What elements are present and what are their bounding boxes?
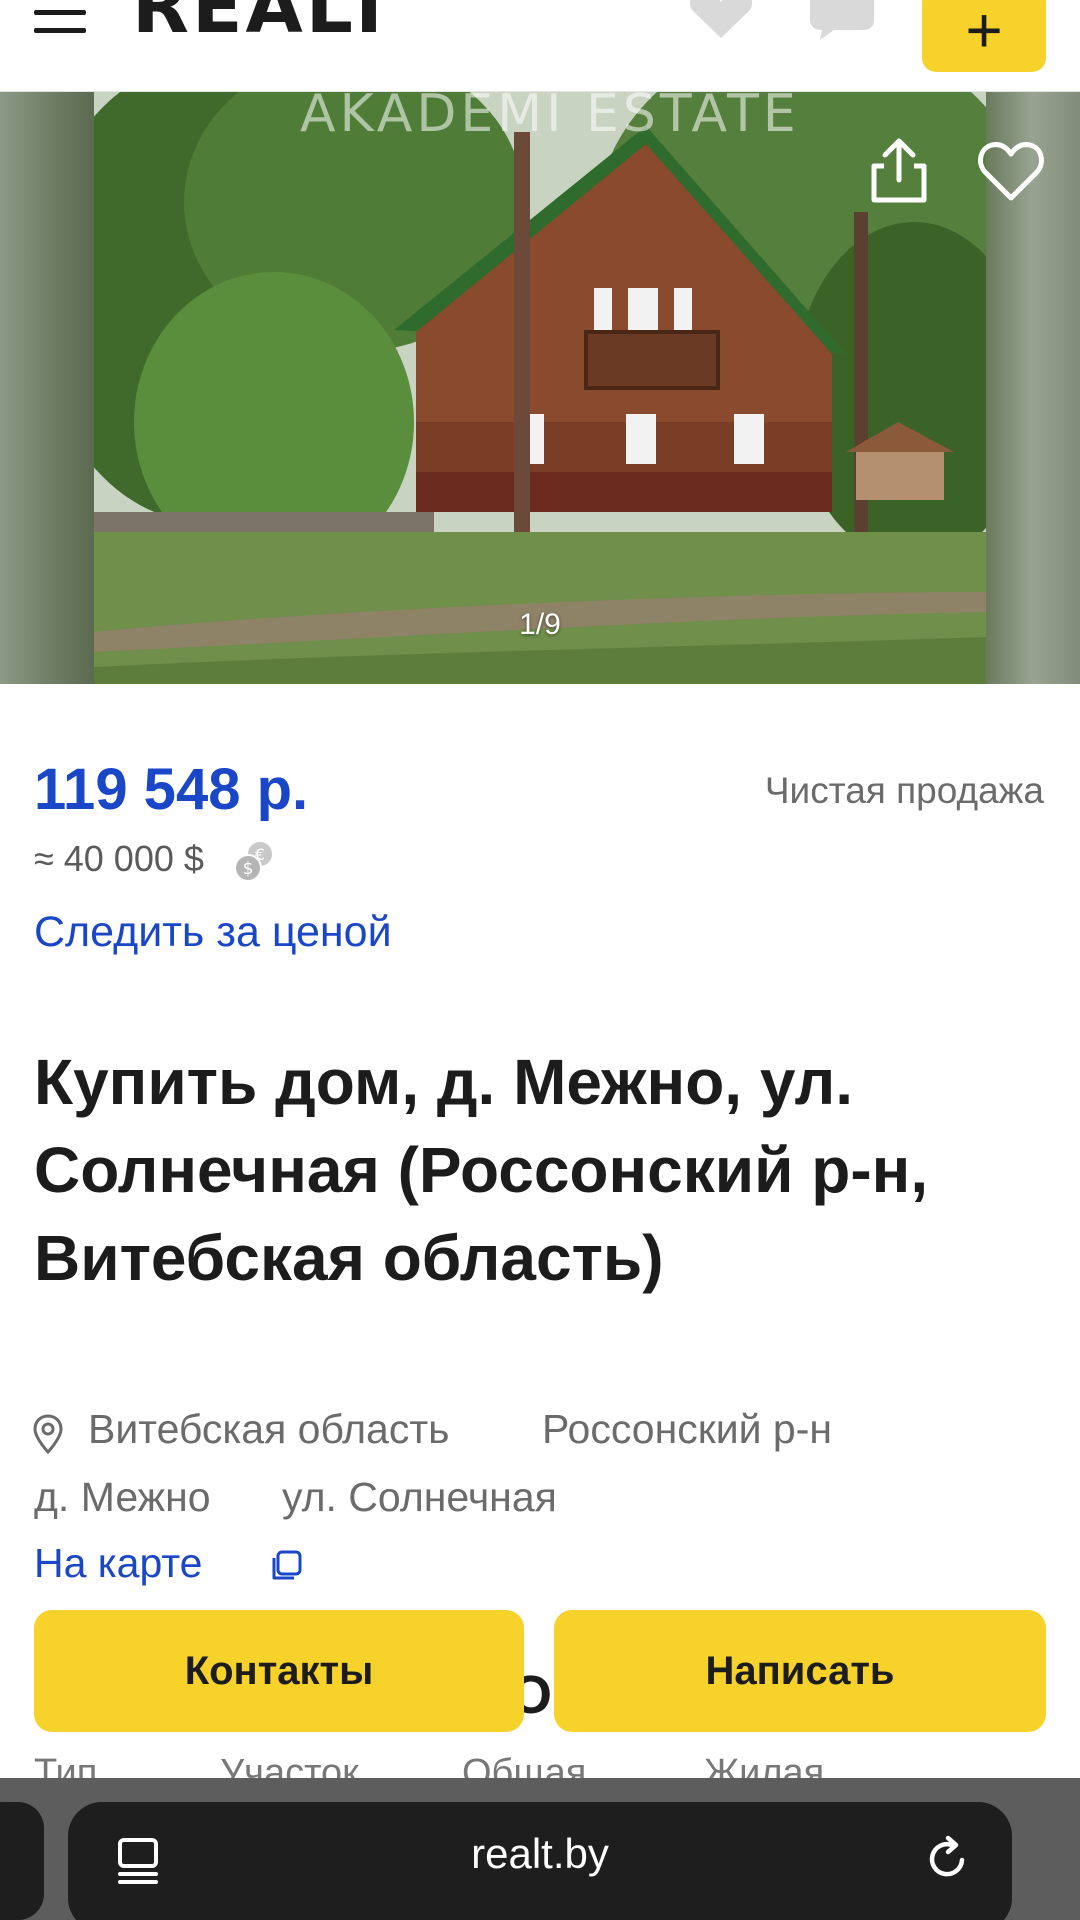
gallery-prev-preview — [0, 92, 94, 684]
svg-text:$: $ — [243, 859, 254, 879]
photo-watermark: AKADEMI ESTATE — [300, 92, 800, 144]
address-village[interactable]: д. Межно — [34, 1474, 211, 1521]
realt-logo[interactable]: REALT — [132, 0, 397, 50]
address-region[interactable]: Витебская область — [88, 1406, 449, 1453]
price-byn: 119 548 р. — [34, 757, 309, 822]
listing-title: Купить дом, д. Межно, ул. Солнечная (Рос… — [34, 1046, 929, 1294]
show-on-map-link[interactable]: На карте — [34, 1540, 202, 1587]
top-header: REALT + — [0, 0, 1080, 92]
url-text: realt.by — [471, 1830, 609, 1877]
previous-tab-preview[interactable] — [0, 1802, 44, 1920]
favorites-icon[interactable] — [686, 0, 756, 42]
price-usd: ≈ 40 000 $ — [34, 838, 204, 879]
reload-icon[interactable] — [922, 1834, 972, 1884]
add-listing-button[interactable]: + — [922, 0, 1046, 72]
photo-counter: 1/9 — [519, 608, 561, 641]
favorite-heart-icon[interactable] — [974, 134, 1048, 208]
contacts-button[interactable]: Контакты — [34, 1610, 524, 1732]
copy-icon[interactable] — [268, 1548, 304, 1584]
watch-price-link[interactable]: Следить за ценой — [34, 908, 392, 957]
currency-coins-icon[interactable]: € $ — [232, 840, 276, 884]
browser-bottom-bar: realt.by — [0, 1778, 1080, 1920]
write-message-button[interactable]: Написать — [554, 1610, 1046, 1732]
address-district[interactable]: Россонский р-н — [542, 1406, 832, 1453]
deal-type: Чистая продажа — [764, 770, 1044, 811]
location-pin-icon — [33, 1414, 63, 1454]
address-street[interactable]: ул. Солнечная — [282, 1474, 557, 1521]
messages-icon[interactable] — [806, 0, 878, 40]
menu-icon[interactable] — [34, 0, 86, 36]
address-bar[interactable]: realt.by — [68, 1802, 1012, 1920]
share-icon[interactable] — [862, 134, 936, 208]
house-photo — [94, 92, 986, 684]
photo-gallery[interactable]: AKADEMI ESTATE 1/9 — [0, 92, 1080, 684]
